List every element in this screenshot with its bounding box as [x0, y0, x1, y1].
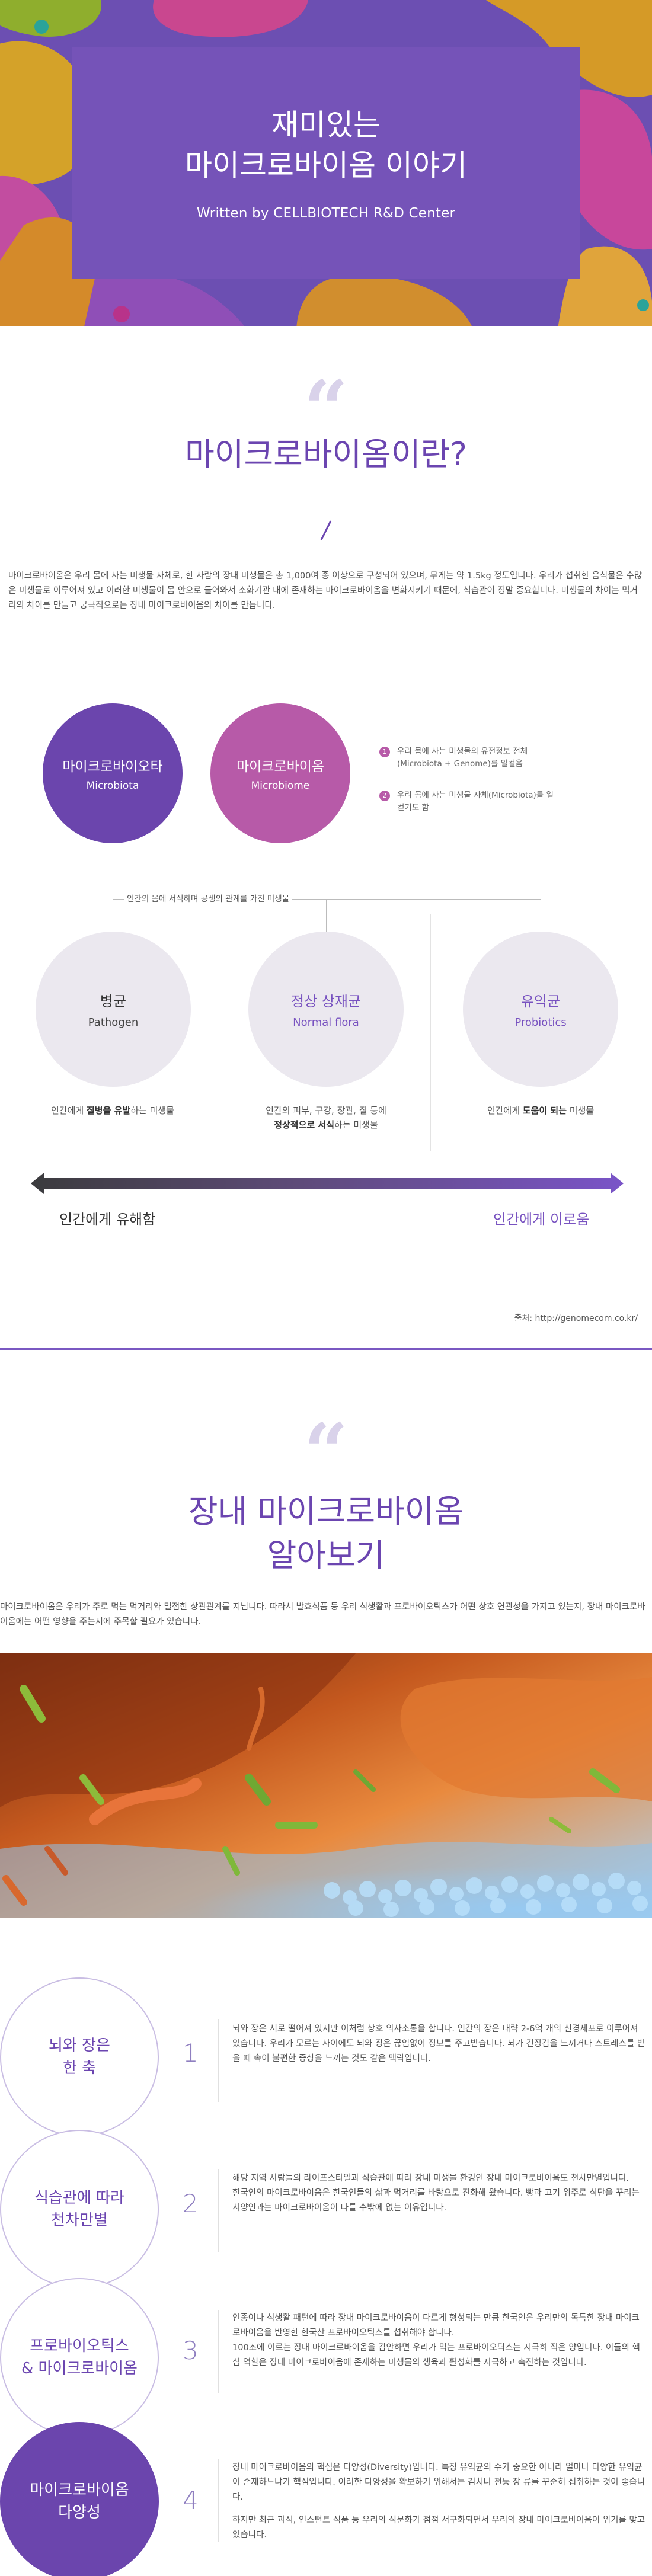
topic-number: 2	[183, 2189, 199, 2218]
normal-flora-caption: 인간의 피부, 구강, 장관, 질 등에 정상적으로 서식하는 미생물	[237, 1103, 415, 1132]
topic-circle-brain-gut: 뇌와 장은한 축	[0, 1977, 159, 2136]
gut-intro-paragraph: 마이크로바이옴은 우리가 주로 먹는 먹거리와 밀접한 상관관계를 지닙니다. …	[0, 1602, 645, 1627]
topic-text-p2: 하지만 최근 과식, 인스턴트 식품 등 우리의 식문화가 점점 서구화되면서 …	[232, 2516, 645, 2540]
caption-bold: 질병을 유발	[86, 1105, 131, 1116]
topic-text: 장내 마이크로바이옴의 핵심은 다양성(Diversity)입니다. 특정 유익…	[232, 2460, 647, 2543]
note-text: 우리 몸에 사는 미생물 자체(Microbiota)를 일컫기도 함	[397, 791, 554, 812]
microbiota-label: 마이크로바이오타	[62, 759, 163, 775]
hero-subtitle: Written by CELLBIOTECH R&D Center	[196, 206, 456, 221]
gut-bacteria-image	[0, 1653, 652, 1918]
normal-flora-label-en: Normal flora	[293, 1016, 359, 1029]
topic-label-line1: 식습관에 따라	[34, 2189, 124, 2207]
quote-icon: “	[303, 363, 349, 454]
microbiome-note-2: 2 우리 몸에 사는 미생물 자체(Microbiota)를 일컫기도 함	[379, 789, 557, 814]
hero-title-line1: 재미있는	[271, 108, 381, 142]
topic-text: 인종이나 식생활 패턴에 따라 장내 마이크로바이옴이 다르게 형성되는 만큼 …	[232, 2311, 647, 2370]
probiotics-label-en: Probiotics	[514, 1016, 567, 1029]
topic-circle-diet: 식습관에 따라천차만별	[0, 2130, 159, 2289]
microbiota-label-en: Microbiota	[86, 780, 139, 792]
topic-divider	[218, 2459, 219, 2542]
quote-icon: “	[303, 1406, 349, 1497]
topic-label-line1: 마이크로바이옴	[30, 2481, 129, 2499]
caption-text: 하는 미생물	[334, 1119, 378, 1130]
topic-divider	[218, 2310, 219, 2393]
microbiota-circle: 마이크로바이오타 Microbiota	[43, 703, 183, 843]
microbiome-label-en: Microbiome	[251, 780, 310, 792]
normal-flora-label: 정상 상재균	[290, 993, 362, 1010]
topic-label-line1: 뇌와 장은	[49, 2037, 110, 2055]
microbiome-circle: 마이크로바이옴 Microbiome	[210, 703, 350, 843]
caption-text: 미생물	[567, 1105, 595, 1116]
microbiome-label: 마이크로바이옴	[236, 759, 325, 775]
hero-title: 재미있는 마이크로바이옴 이야기	[185, 105, 467, 185]
hero-title-line2: 마이크로바이옴 이야기	[185, 148, 467, 183]
note-number-badge: 2	[379, 791, 390, 801]
topic-label-line2: 천차만별	[51, 2212, 108, 2229]
probiotics-circle: 유익균 Probiotics	[463, 932, 618, 1087]
topic-text-p2: 한국인의 마이크로바이옴은 한국인들의 삶과 먹거리를 바탕으로 진화해 왔습니…	[232, 2188, 640, 2213]
section-title-microbiome: 마이크로바이옴이란?	[185, 436, 467, 473]
probiotics-label: 유익균	[520, 993, 561, 1010]
caption-text: 하는 미생물	[130, 1105, 174, 1116]
beneficial-label: 인간에게 이로움	[493, 1211, 590, 1228]
microbiome-note-1: 1 우리 몸에 사는 미생물의 유전정보 전체 (Microbiota + Ge…	[379, 745, 557, 770]
harmful-label: 인간에게 유해함	[59, 1211, 156, 1228]
slash-divider-icon	[320, 520, 332, 540]
intro-paragraph: 마이크로바이옴은 우리 몸에 사는 미생물 자체로, 한 사람의 장내 미생물은…	[8, 571, 643, 610]
topic-text-p2: 100조에 이르는 장내 마이크로바이옴을 감안하면 우리가 먹는 프로바이오틱…	[232, 2343, 640, 2367]
topic-divider	[218, 2169, 219, 2252]
column-divider	[430, 914, 431, 1151]
topic-label-line2: & 마이크로바이옴	[21, 2360, 138, 2377]
topic-text-p1: 장내 마이크로바이옴의 핵심은 다양성(Diversity)입니다. 특정 유익…	[232, 2463, 645, 2502]
section-title-gut-microbiome: 장내 마이크로바이옴 알아보기	[0, 1490, 652, 1577]
hero-banner: 재미있는 마이크로바이옴 이야기 Written by CELLBIOTECH …	[0, 0, 652, 326]
tree-connector	[326, 899, 327, 932]
pathogen-circle: 병균 Pathogen	[36, 932, 191, 1087]
topic-text-p1: 인종이나 식생활 패턴에 따라 장내 마이크로바이옴이 다르게 형성되는 만큼 …	[232, 2313, 640, 2338]
section-title-line2: 알아보기	[267, 1537, 385, 1574]
topic-label-line2: 다양성	[58, 2504, 101, 2521]
section-divider	[0, 1348, 652, 1350]
caption-bold: 정상적으로 서식	[274, 1119, 335, 1130]
topic-label-line2: 한 축	[62, 2059, 97, 2077]
caption-text: 인간에게	[487, 1105, 523, 1116]
note-text: 우리 몸에 사는 미생물의 유전정보 전체 (Microbiota + Geno…	[397, 747, 528, 769]
probiotics-caption: 인간에게 도움이 되는 미생물	[452, 1103, 629, 1118]
topic-text: 해당 지역 사람들의 라이프스타일과 식습관에 따라 장내 미생물 환경인 장내…	[232, 2171, 647, 2216]
caption-text: 인간에게	[51, 1105, 87, 1116]
section-title-line1: 장내 마이크로바이옴	[188, 1493, 464, 1530]
normal-flora-circle: 정상 상재균 Normal flora	[248, 932, 404, 1087]
bacteria-illustration	[0, 1653, 652, 1918]
branch-label: 인간의 몸에 서식하며 공생의 관계를 가진 미생물	[124, 892, 292, 904]
topic-circle-probiotics: 프로바이오틱스 & 마이크로바이옴	[0, 2278, 159, 2437]
hero-title-box: 재미있는 마이크로바이옴 이야기 Written by CELLBIOTECH …	[72, 47, 580, 279]
note-number-badge: 1	[379, 747, 390, 757]
topic-label-line1: 프로바이오틱스	[30, 2337, 129, 2355]
topic-number: 3	[183, 2336, 199, 2365]
pathogen-label: 병균	[100, 993, 127, 1010]
topic-divider	[218, 2019, 219, 2102]
topic-text: 뇌와 장은 서로 떨어져 있지만 이처럼 상호 의사소통을 합니다. 인간의 장…	[232, 2024, 645, 2063]
caption-text: 인간의 피부, 구강, 장관, 질 등에	[266, 1105, 386, 1116]
topic-number: 1	[183, 2039, 199, 2068]
topic-circle-diversity: 마이크로바이옴다양성	[0, 2422, 159, 2576]
topic-number: 4	[183, 2486, 199, 2515]
pathogen-caption: 인간에게 질병을 유발하는 미생물	[24, 1103, 202, 1118]
page: 재미있는 마이크로바이옴 이야기 Written by CELLBIOTECH …	[0, 0, 652, 2576]
harmful-to-beneficial-arrow	[31, 1173, 624, 1194]
topic-text-p1: 해당 지역 사람들의 라이프스타일과 식습관에 따라 장내 미생물 환경인 장내…	[232, 2174, 629, 2183]
pathogen-label-en: Pathogen	[88, 1016, 139, 1029]
source-credit: 출처: http://genomecom.co.kr/	[514, 1314, 638, 1323]
caption-bold: 도움이 되는	[522, 1105, 567, 1116]
